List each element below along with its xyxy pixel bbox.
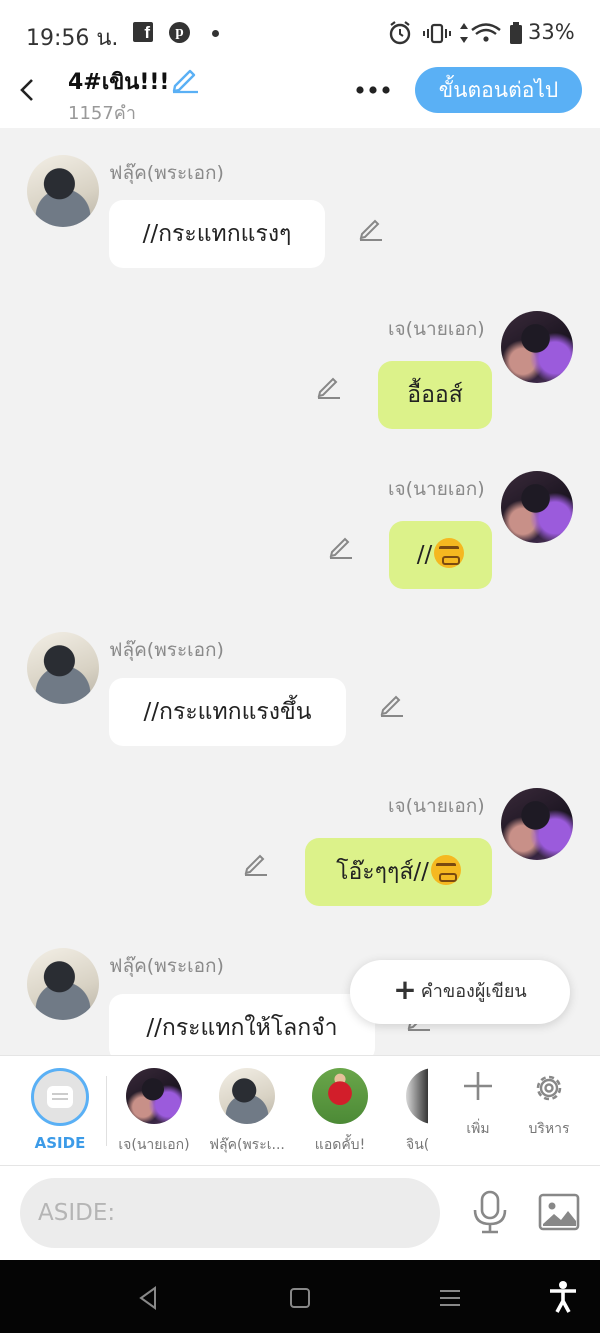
- character-ad[interactable]: แอดคั้บ!: [295, 1068, 385, 1156]
- avatar-jay: [126, 1068, 182, 1124]
- character-flook[interactable]: ฟลุ๊ค(พระเ...: [202, 1068, 292, 1156]
- word-count: 1157คำ: [68, 103, 136, 124]
- status-bar: 19:56 น. f p 33%: [0, 0, 600, 64]
- image-icon[interactable]: [537, 1192, 581, 1232]
- plus-icon: +: [393, 973, 417, 1006]
- aside-label: ASIDE: [34, 1134, 86, 1152]
- confounded-face-icon: [430, 854, 461, 885]
- edit-message-pencil-icon[interactable]: [357, 214, 385, 242]
- message-bubble[interactable]: //กระแทกแรงๆ: [109, 200, 325, 268]
- data-arrows-icon: [460, 23, 468, 43]
- aside-chat-icon: [47, 1086, 73, 1108]
- edit-message-pencil-icon[interactable]: [242, 849, 270, 877]
- status-icons: [389, 21, 522, 45]
- character-jin[interactable]: จิน(: [388, 1068, 428, 1156]
- author-note-button[interactable]: + คำของผู้เขียน: [350, 960, 570, 1024]
- manage-button[interactable]: บริหาร: [519, 1070, 579, 1140]
- edit-message-pencil-icon[interactable]: [315, 372, 343, 400]
- status-time: 19:56 น.: [26, 26, 119, 51]
- header: 4#เขิน!!! 1157คำ ขั้นตอนต่อไป: [0, 64, 600, 128]
- divider: [106, 1076, 107, 1146]
- vibrate-icon: [423, 23, 451, 44]
- add-label: เพิ่ม: [466, 1121, 490, 1137]
- message-input[interactable]: [20, 1178, 440, 1248]
- accessibility-icon[interactable]: [548, 1280, 578, 1314]
- message-bubble[interactable]: อื้ออส์: [378, 361, 492, 429]
- confounded-face-icon: [434, 537, 465, 568]
- facebook-icon: f: [133, 22, 153, 42]
- back-arrow-icon[interactable]: [14, 76, 42, 104]
- avatar-flook[interactable]: [27, 948, 99, 1020]
- wifi-icon: [471, 23, 501, 42]
- speaker-name: ฟลุ๊ค(พระเอก): [109, 639, 224, 661]
- speaker-name: เจ(นายเอก): [388, 795, 485, 817]
- aside-selector[interactable]: [31, 1068, 89, 1126]
- message-bubble[interactable]: //กระแทกแรงขึ้น: [109, 678, 346, 746]
- nav-back-icon[interactable]: [135, 1284, 163, 1312]
- gear-icon: [536, 1075, 562, 1101]
- message-text: //: [416, 542, 433, 568]
- avatar-flook[interactable]: [27, 632, 99, 704]
- speaker-name: เจ(นายเอก): [388, 478, 485, 500]
- avatar-jin: [406, 1068, 428, 1124]
- chat-area[interactable]: ฟลุ๊ค(พระเอก) //กระแทกแรงๆ เจ(นายเอก) อื…: [0, 128, 600, 1055]
- next-step-button[interactable]: ขั้นตอนต่อไป: [415, 67, 582, 113]
- plus-icon: [464, 1072, 492, 1100]
- story-title: 4#เขิน!!!: [68, 70, 170, 95]
- message-bubble[interactable]: โอ๊ะๆๆส์//: [305, 838, 492, 906]
- microphone-icon[interactable]: [470, 1190, 510, 1234]
- more-options-icon[interactable]: [354, 78, 394, 102]
- avatar-jay[interactable]: [501, 788, 573, 860]
- message-text: โอ๊ะๆๆส์//: [336, 859, 429, 885]
- character-label: เจ(นายเอก): [118, 1137, 190, 1153]
- notification-dot-icon: [212, 30, 219, 37]
- edit-message-pencil-icon[interactable]: [327, 532, 355, 560]
- add-character-button[interactable]: เพิ่ม: [448, 1070, 508, 1140]
- message-input-bar: [0, 1165, 600, 1260]
- system-navigation-bar: [0, 1260, 600, 1333]
- edit-message-pencil-icon[interactable]: [378, 690, 406, 718]
- nav-home-icon[interactable]: [286, 1284, 314, 1312]
- battery-percent: 33%: [528, 20, 575, 44]
- speaker-name: ฟลุ๊ค(พระเอก): [109, 955, 224, 977]
- avatar-flook[interactable]: [27, 155, 99, 227]
- speaker-name: ฟลุ๊ค(พระเอก): [109, 162, 224, 184]
- avatar-jay[interactable]: [501, 471, 573, 543]
- speaker-name: เจ(นายเอก): [388, 318, 485, 340]
- author-note-label: คำของผู้เขียน: [420, 981, 527, 1002]
- avatar-ad: [312, 1068, 368, 1124]
- pinterest-icon: p: [169, 22, 190, 43]
- nav-recents-icon[interactable]: [436, 1284, 464, 1312]
- avatar-flook: [219, 1068, 275, 1124]
- character-selector-bar: ASIDE เจ(นายเอก) ฟลุ๊ค(พระเ... แอดคั้บ! …: [0, 1055, 600, 1165]
- battery-icon: [510, 22, 522, 44]
- edit-title-pencil-icon[interactable]: [170, 64, 200, 94]
- message-bubble[interactable]: //: [389, 521, 492, 589]
- character-label: แอดคั้บ!: [314, 1137, 366, 1153]
- chat-editor-screen: 19:56 น. f p 33% 4#เขิน!!! 1157คำ ขั้นตอ…: [0, 0, 600, 1333]
- character-jay[interactable]: เจ(นายเอก): [109, 1068, 199, 1156]
- manage-label: บริหาร: [528, 1121, 570, 1137]
- alarm-icon: [389, 21, 411, 45]
- avatar-jay[interactable]: [501, 311, 573, 383]
- message-bubble[interactable]: //กระแทกให้โลกจำ: [109, 994, 375, 1055]
- character-label: จิน(: [406, 1137, 428, 1153]
- character-label: ฟลุ๊ค(พระเ...: [209, 1137, 285, 1153]
